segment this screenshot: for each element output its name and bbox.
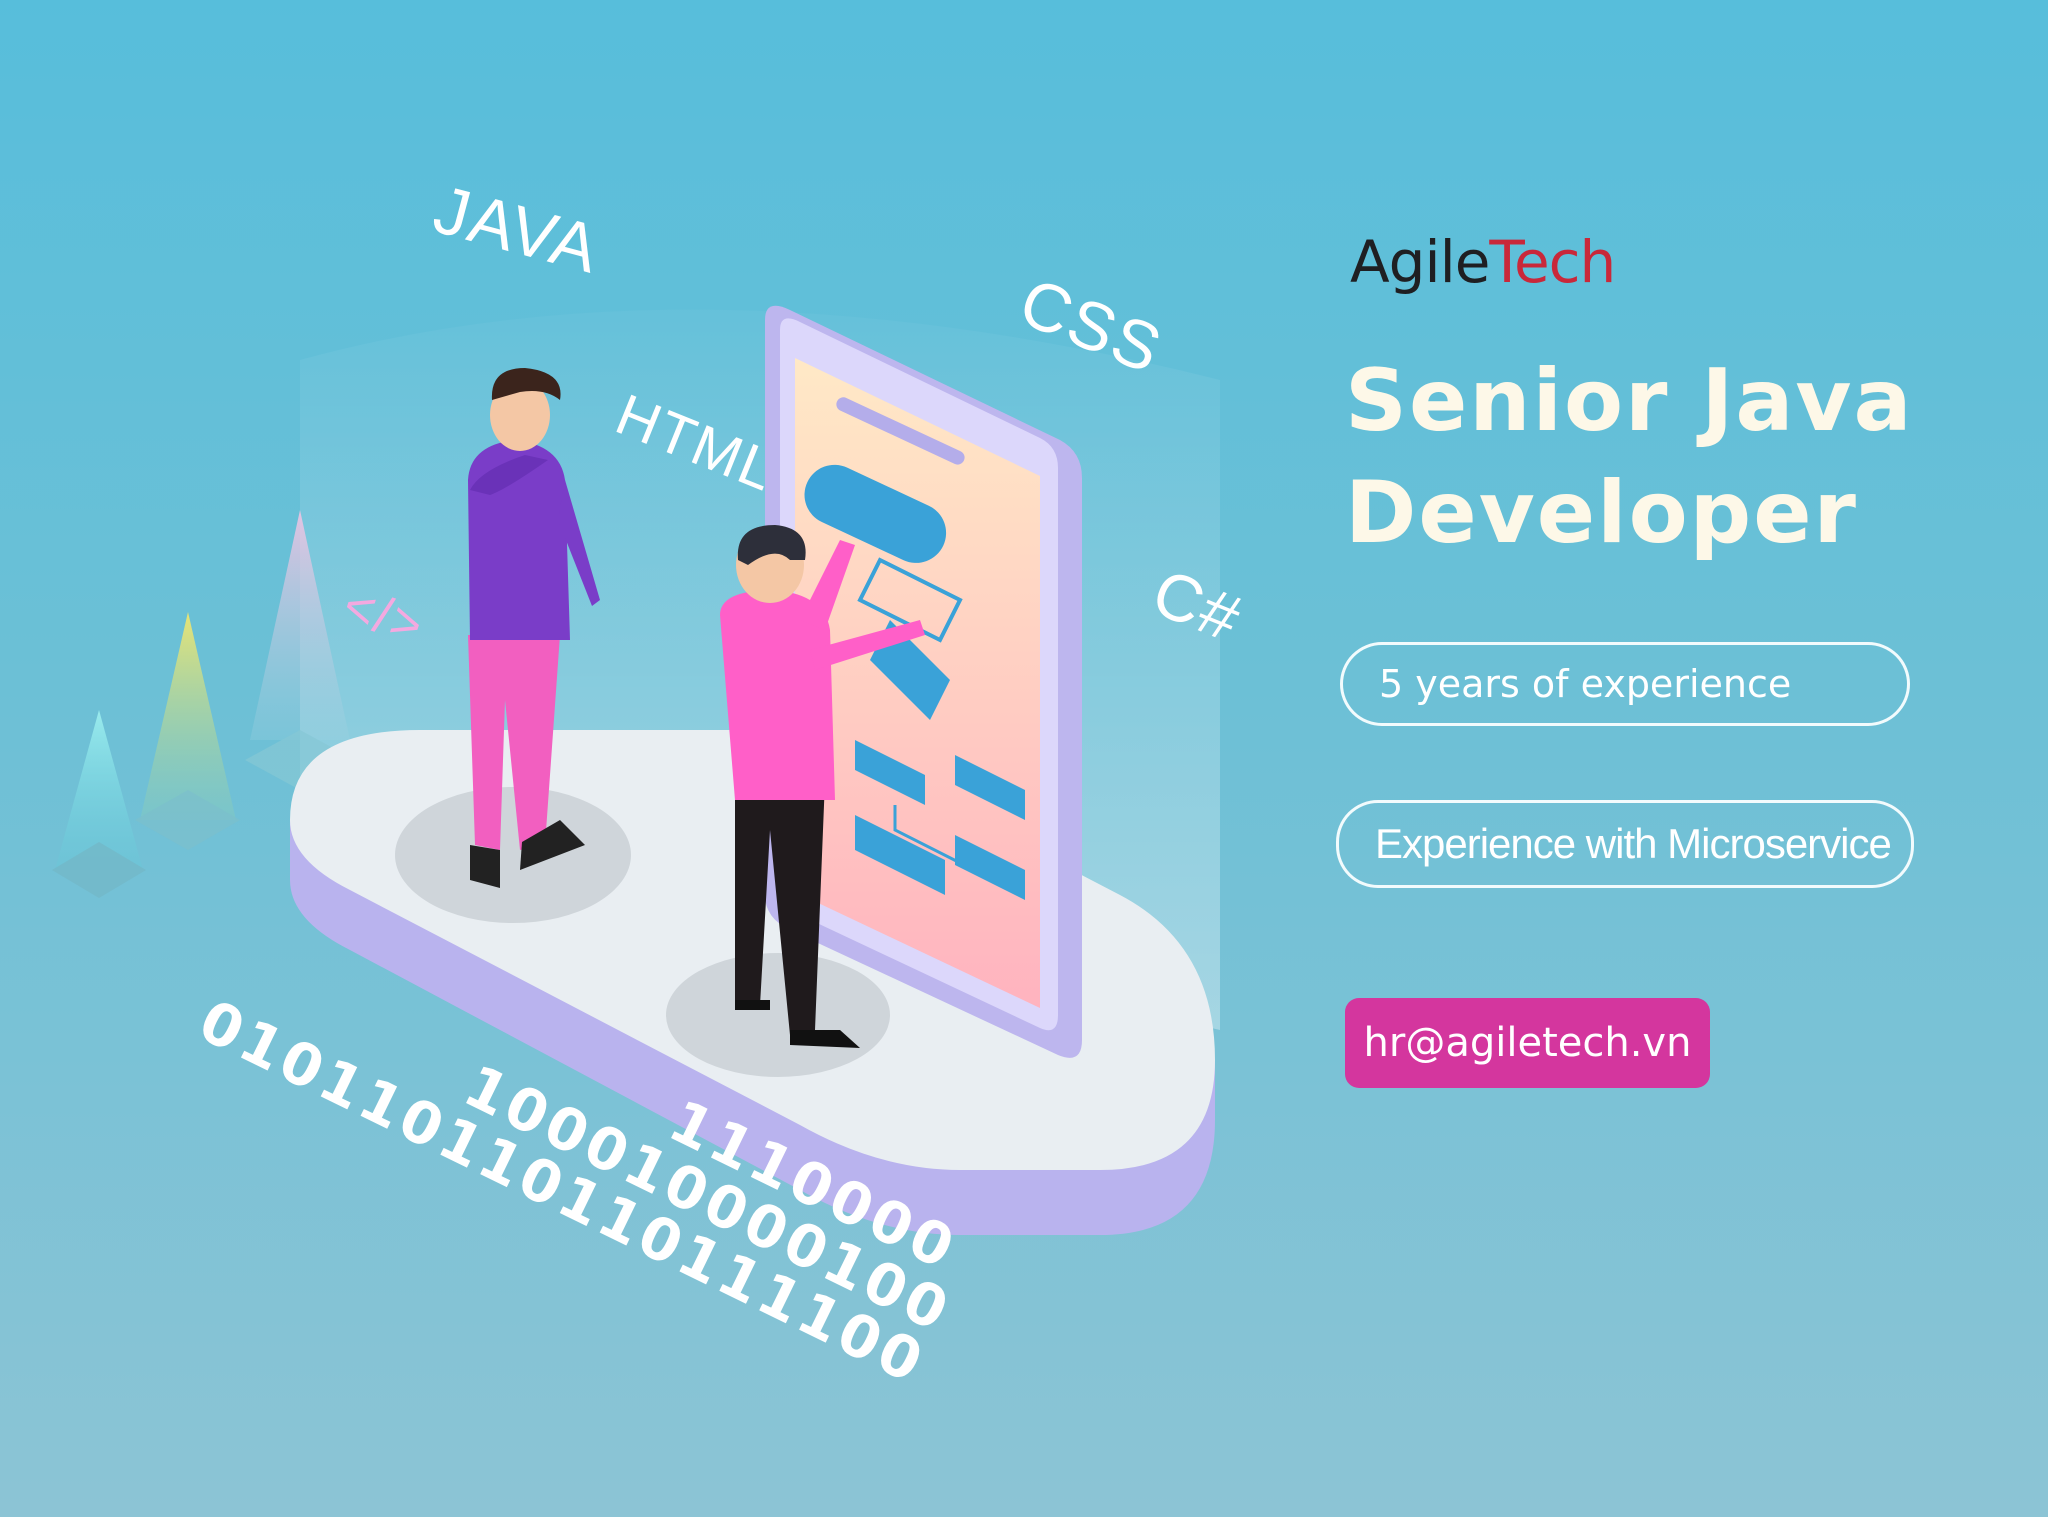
- job-title-line-1: Senior Java: [1345, 351, 1914, 451]
- agiletech-logo: AgileTech: [1350, 228, 1616, 296]
- job-title: Senior Java Developer: [1345, 345, 1985, 569]
- logo-tech: Tech: [1489, 228, 1616, 296]
- java-label: JAVA: [426, 171, 608, 288]
- requirement-microservice: Experience with Microservice: [1336, 800, 1914, 888]
- illustration: JAVA HTML CSS C# </> 010110110110111100 …: [52, 171, 1252, 1398]
- contact-email-button[interactable]: hr@agiletech.vn: [1345, 998, 1710, 1088]
- logo-agile: Agile: [1350, 228, 1490, 296]
- job-title-line-2: Developer: [1345, 463, 1858, 563]
- requirement-experience-years: 5 years of experience: [1340, 642, 1910, 726]
